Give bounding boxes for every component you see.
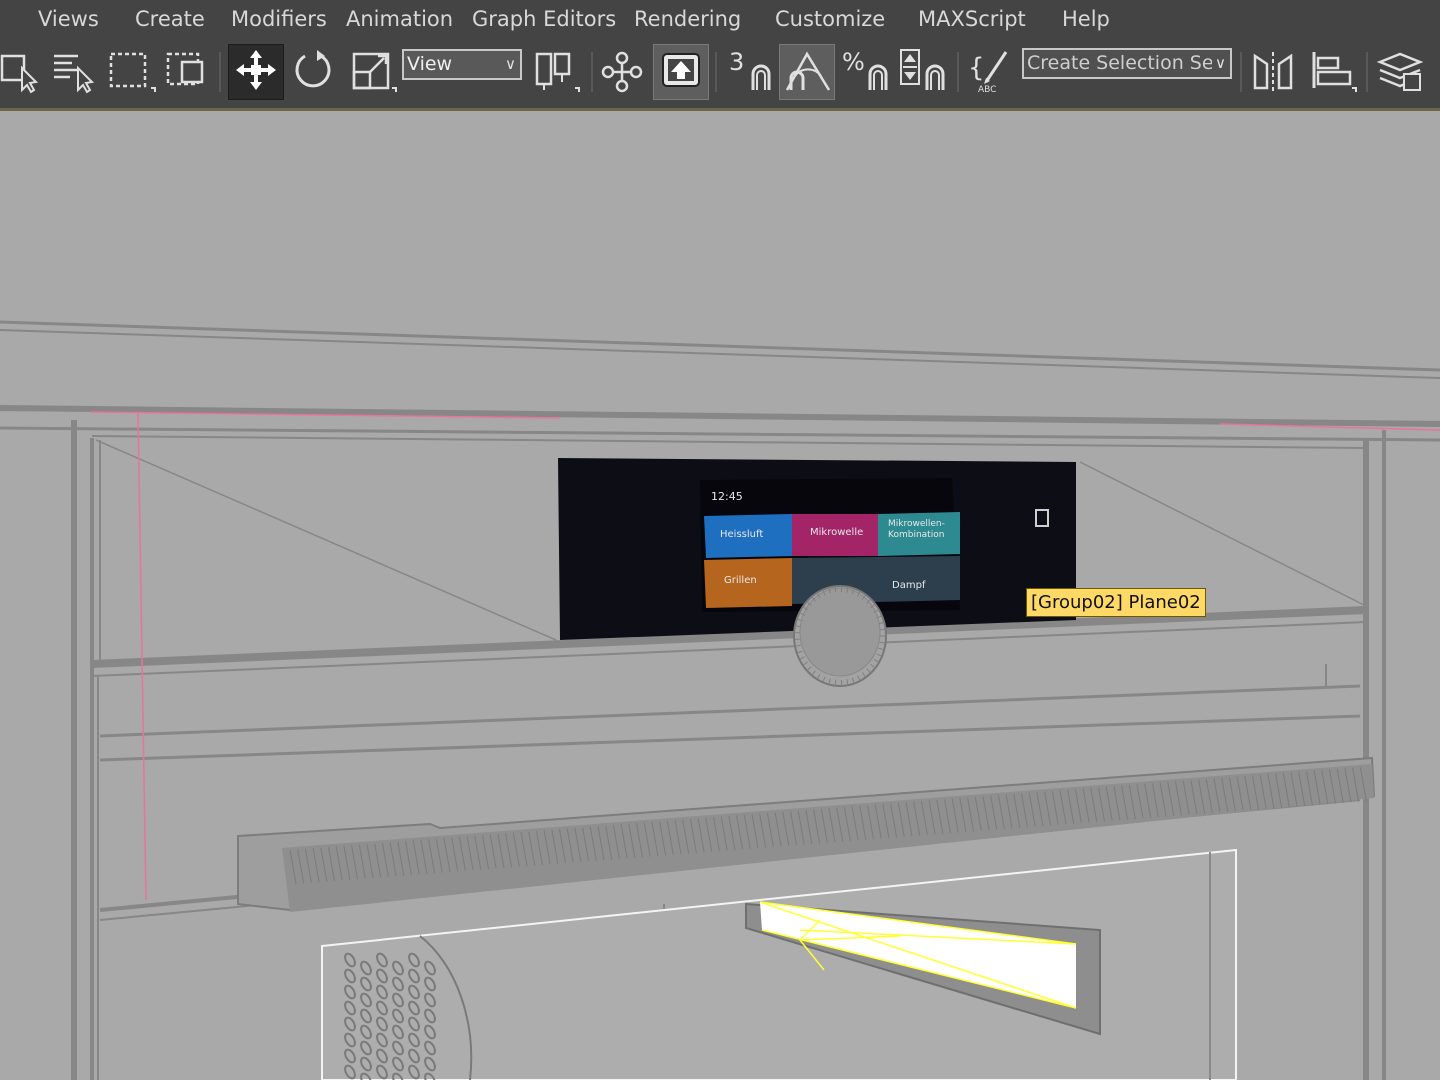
- select-and-rotate-icon: [291, 48, 335, 96]
- toolbar-separator: [219, 52, 221, 92]
- named-selection-set-dropdown[interactable]: Create Selection Se ∨: [1022, 48, 1232, 79]
- chevron-down-icon: ∨: [505, 55, 516, 73]
- use-pivot-point-icon: [531, 48, 580, 96]
- align-icon: [1308, 48, 1357, 96]
- select-and-scale-button[interactable]: [344, 44, 400, 100]
- menu-customize[interactable]: Customize: [775, 7, 885, 31]
- named-selection-set-value: Create Selection Se: [1027, 52, 1214, 74]
- oven-tile-grill: Grillen: [724, 575, 757, 586]
- perspective-viewport[interactable]: 12:45 Heissluft Mikrowelle Mikrowellen-K…: [0, 111, 1440, 1080]
- snaps-toggle-button[interactable]: 3: [721, 44, 777, 100]
- edit-named-selection-button[interactable]: { ABC: [962, 44, 1018, 100]
- keyboard-shortcut-override-button[interactable]: [653, 44, 709, 100]
- svg-text:{: {: [968, 53, 985, 83]
- oven-tile-hot-air: Heissluft: [720, 529, 764, 540]
- percent-snap-button[interactable]: %: [838, 44, 894, 100]
- toolbar-separator: [1366, 52, 1368, 92]
- svg-text:ABC: ABC: [978, 85, 996, 95]
- angle-snap-icon: [781, 46, 833, 98]
- oven-tile-steam: Dampf: [892, 580, 926, 591]
- oven-tile-microwave: Mikrowelle: [810, 527, 864, 538]
- angle-snap-button[interactable]: [779, 44, 835, 100]
- toolbar-separator: [1240, 52, 1242, 92]
- snaps-toggle-icon: 3: [723, 46, 775, 98]
- menu-modifiers[interactable]: Modifiers: [231, 7, 327, 31]
- rectangular-selection-button[interactable]: [101, 44, 157, 100]
- reference-coordinate-value: View: [407, 53, 453, 75]
- select-by-name-icon: [48, 48, 96, 96]
- main-toolbar: View ∨ 3 % {ABC Create Selection Se ∨: [0, 40, 1440, 111]
- mirror-icon: [1249, 48, 1297, 96]
- object-tooltip: [Group02] Plane02: [1026, 588, 1206, 617]
- reference-coordinate-dropdown[interactable]: View ∨: [402, 49, 522, 80]
- menu-help[interactable]: Help: [1062, 7, 1110, 31]
- knob-ridge: [834, 679, 837, 686]
- toolbar-separator: [715, 52, 717, 92]
- keyboard-shortcut-override-icon: [659, 48, 703, 96]
- select-and-rotate-button[interactable]: [285, 44, 341, 100]
- select-and-scale-icon: [350, 48, 397, 96]
- select-object-button[interactable]: [0, 44, 46, 100]
- chevron-down-icon: ∨: [1212, 50, 1226, 77]
- layer-explorer-icon: [1376, 48, 1424, 96]
- rectangular-selection-icon: [107, 48, 156, 96]
- align-button[interactable]: [1304, 44, 1360, 100]
- toolbar-separator: [957, 52, 959, 92]
- knob-ridge: [834, 586, 837, 593]
- edit-named-selection-icon: { ABC: [966, 46, 1014, 98]
- window-crossing-button[interactable]: [158, 44, 214, 100]
- oven-control-panel: [558, 458, 1076, 687]
- use-pivot-point-button[interactable]: [527, 44, 583, 100]
- select-and-move-button[interactable]: [228, 44, 284, 100]
- toolbar-separator: [591, 52, 593, 92]
- oven-display-time: 12:45: [711, 490, 743, 503]
- menu-rendering[interactable]: Rendering: [634, 7, 741, 31]
- window-crossing-icon: [164, 48, 208, 96]
- menu-maxscript[interactable]: MAXScript: [918, 7, 1026, 31]
- menu-graph-editors[interactable]: Graph Editors: [472, 7, 616, 31]
- menu-bar: Views Create Modifiers Animation Graph E…: [0, 0, 1440, 40]
- layer-explorer-button[interactable]: [1372, 44, 1428, 100]
- spinner-snap-button[interactable]: [895, 44, 951, 100]
- mirror-button[interactable]: [1245, 44, 1301, 100]
- snap-toggle-label: 3: [729, 48, 744, 76]
- select-and-move-icon: [234, 48, 278, 96]
- viewport-scene: [0, 320, 1440, 1080]
- menu-animation[interactable]: Animation: [346, 7, 453, 31]
- manipulate-icon: [600, 48, 644, 96]
- spinner-snap-icon: [897, 46, 949, 98]
- oven-tile-microwave-combo: Mikrowellen-Kombination: [888, 519, 945, 540]
- percent-snap-icon: %: [840, 46, 892, 98]
- svg-text:%: %: [842, 48, 865, 76]
- manipulate-button[interactable]: [594, 44, 650, 100]
- menu-views[interactable]: Views: [38, 7, 99, 31]
- select-by-name-button[interactable]: [44, 44, 100, 100]
- select-object-icon: [0, 48, 40, 96]
- menu-create[interactable]: Create: [135, 7, 205, 31]
